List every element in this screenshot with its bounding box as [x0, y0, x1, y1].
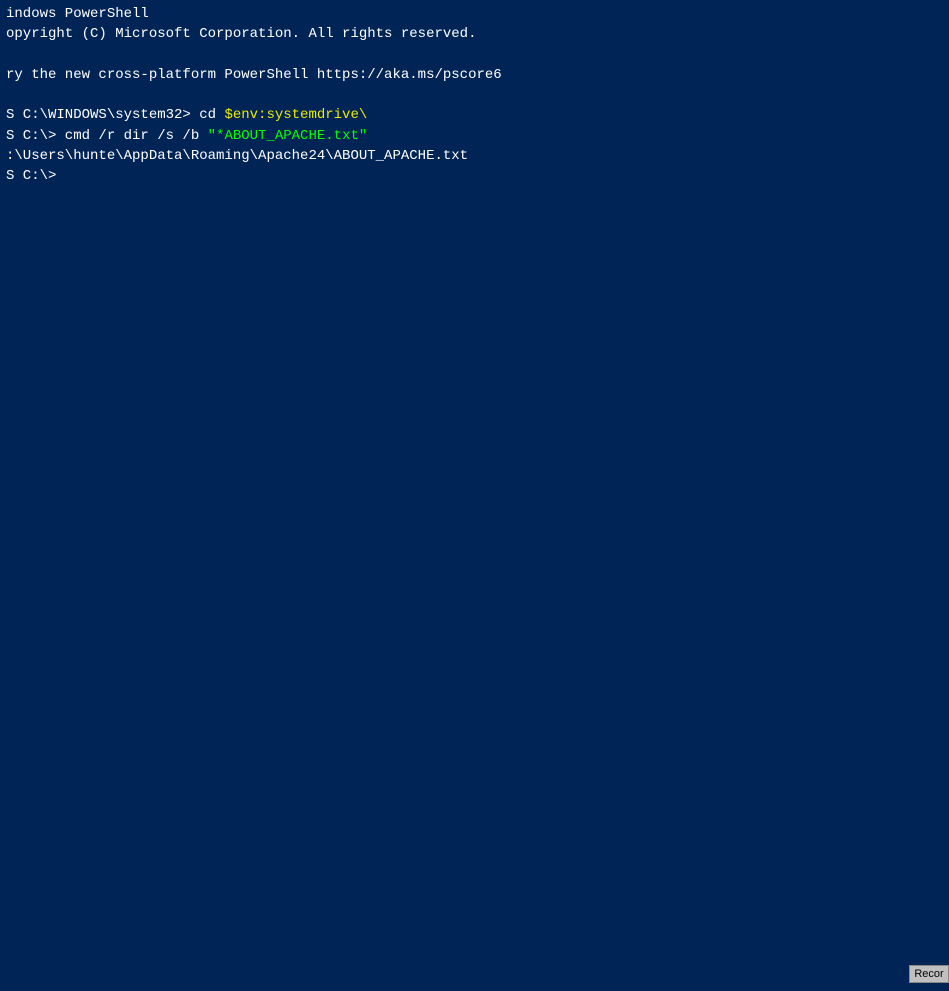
- record-button[interactable]: Recor: [909, 965, 949, 983]
- terminal-line: :\Users\hunte\AppData\Roaming\Apache24\A…: [6, 146, 943, 166]
- terminal-line: S C:\WINDOWS\system32> cd $env:systemdri…: [6, 105, 943, 125]
- terminal-line: [6, 85, 943, 105]
- terminal-line: S C:\>: [6, 166, 943, 186]
- terminal-line: opyright (C) Microsoft Corporation. All …: [6, 24, 943, 44]
- terminal-line: [6, 45, 943, 65]
- terminal-line: indows PowerShell: [6, 4, 943, 24]
- terminal-content: indows PowerShellopyright (C) Microsoft …: [6, 4, 943, 187]
- terminal-line: S C:\> cmd /r dir /s /b "*ABOUT_APACHE.t…: [6, 126, 943, 146]
- terminal-line: ry the new cross-platform PowerShell htt…: [6, 65, 943, 85]
- terminal-window[interactable]: indows PowerShellopyright (C) Microsoft …: [0, 0, 949, 991]
